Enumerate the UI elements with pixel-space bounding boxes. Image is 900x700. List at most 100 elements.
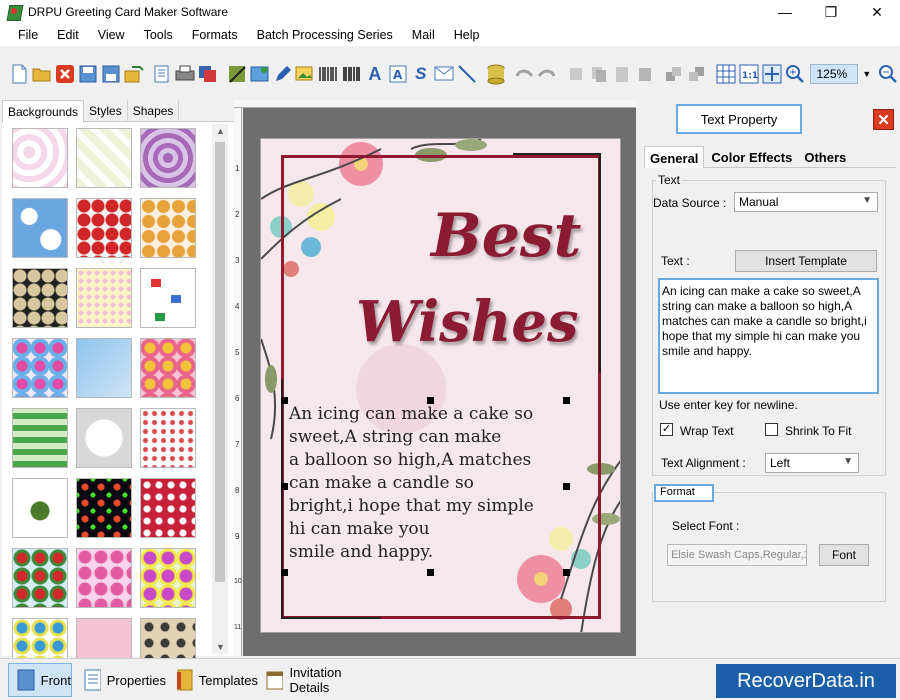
new-file-icon[interactable]: [8, 63, 30, 85]
zoom-in-icon[interactable]: [784, 63, 806, 85]
menu-batch-processing[interactable]: Batch Processing Series: [257, 28, 393, 42]
barcode2-tool-icon[interactable]: [341, 63, 363, 85]
wrap-text-checkbox[interactable]: ✓: [660, 423, 673, 436]
tab-others[interactable]: Others: [799, 146, 851, 168]
menu-help[interactable]: Help: [454, 28, 480, 42]
background-thumbnail[interactable]: [76, 408, 132, 468]
bring-front-icon[interactable]: [663, 63, 685, 85]
menu-tools[interactable]: Tools: [144, 28, 173, 42]
menu-formats[interactable]: Formats: [192, 28, 238, 42]
background-thumbnail[interactable]: [12, 548, 68, 608]
resize-handle[interactable]: [427, 569, 434, 576]
fit-window-icon[interactable]: [761, 63, 783, 85]
background-thumbnail[interactable]: [140, 338, 196, 398]
image-tool-icon[interactable]: [249, 63, 271, 85]
scroll-up-icon[interactable]: ▲: [216, 126, 225, 136]
background-thumbnail[interactable]: [76, 198, 132, 258]
barcode-tool-icon[interactable]: [318, 63, 340, 85]
menu-mail[interactable]: Mail: [412, 28, 435, 42]
resize-handle[interactable]: [563, 483, 570, 490]
background-thumbnail[interactable]: [140, 548, 196, 608]
undo-icon[interactable]: [513, 63, 535, 85]
font-button[interactable]: Font: [819, 544, 869, 566]
styled-text-icon[interactable]: S: [410, 63, 432, 85]
word-art-icon[interactable]: A: [387, 63, 409, 85]
tab-front[interactable]: Front: [8, 663, 72, 697]
tab-templates[interactable]: Templates: [168, 663, 258, 697]
page-setup-icon[interactable]: [152, 63, 174, 85]
menu-file[interactable]: File: [18, 28, 38, 42]
background-thumbnail[interactable]: [76, 268, 132, 328]
menu-edit[interactable]: Edit: [57, 28, 79, 42]
greeting-card[interactable]: Best Wishes An icing can make a cake so …: [260, 138, 621, 633]
tab-color-effects[interactable]: Color Effects: [706, 146, 797, 168]
background-thumbnail[interactable]: [12, 478, 68, 538]
background-thumbnail[interactable]: [76, 338, 132, 398]
scroll-down-icon[interactable]: ▼: [216, 642, 225, 652]
cut-icon[interactable]: [565, 63, 587, 85]
zoom-select[interactable]: 125%: [810, 64, 859, 84]
background-thumbnail[interactable]: [140, 198, 196, 258]
save-as-icon[interactable]: [100, 63, 122, 85]
background-thumbnail[interactable]: [12, 198, 68, 258]
export-icon[interactable]: [123, 63, 145, 85]
insert-template-button[interactable]: Insert Template: [735, 250, 877, 272]
database-icon[interactable]: [485, 63, 507, 85]
text-alignment-select[interactable]: Left ▼: [765, 453, 859, 473]
background-thumbnail[interactable]: [12, 268, 68, 328]
redo-icon[interactable]: [536, 63, 558, 85]
resize-handle[interactable]: [563, 397, 570, 404]
text-input[interactable]: An icing can make a cake so sweet,A stri…: [658, 278, 879, 394]
resize-handle[interactable]: [427, 397, 434, 404]
email-icon[interactable]: [433, 63, 455, 85]
maximize-button[interactable]: ❐: [808, 0, 854, 24]
background-thumbnail[interactable]: [140, 408, 196, 468]
background-thumbnail[interactable]: [12, 128, 68, 188]
background-thumbnail[interactable]: [76, 128, 132, 188]
line-tool-icon[interactable]: [226, 63, 248, 85]
card-heading-wishes[interactable]: Wishes: [356, 289, 579, 355]
background-thumbnail[interactable]: [76, 478, 132, 538]
send-back-icon[interactable]: [686, 63, 708, 85]
close-window-button[interactable]: ✕: [854, 0, 900, 24]
picture-tool-icon[interactable]: [295, 63, 317, 85]
close-document-icon[interactable]: [54, 63, 76, 85]
open-folder-icon[interactable]: [31, 63, 53, 85]
background-thumbnail[interactable]: [140, 268, 196, 328]
resize-handle[interactable]: [281, 483, 288, 490]
grid-icon[interactable]: [715, 63, 737, 85]
pencil-tool-icon[interactable]: [272, 63, 294, 85]
close-panel-icon[interactable]: ✕: [873, 109, 894, 130]
draw-line-icon[interactable]: [456, 63, 478, 85]
copy-design-icon[interactable]: [197, 63, 219, 85]
tab-properties[interactable]: Properties: [76, 663, 166, 697]
print-icon[interactable]: [174, 63, 196, 85]
background-thumbnail[interactable]: [12, 408, 68, 468]
tab-shapes[interactable]: Shapes: [128, 100, 180, 122]
background-thumbnail[interactable]: [140, 128, 196, 188]
delete-icon[interactable]: [634, 63, 656, 85]
minimize-button[interactable]: —: [762, 0, 808, 24]
card-heading-best[interactable]: Best: [431, 201, 581, 271]
text-tool-icon[interactable]: A: [364, 63, 386, 85]
paste-icon[interactable]: [611, 63, 633, 85]
zoom-out-icon[interactable]: [877, 63, 899, 85]
background-thumbnail[interactable]: [76, 548, 132, 608]
tab-backgrounds[interactable]: Backgrounds: [2, 100, 85, 123]
scrollbar-thumb[interactable]: [215, 142, 225, 582]
actual-size-icon[interactable]: 1:1: [738, 63, 760, 85]
shrink-to-fit-checkbox[interactable]: [765, 423, 778, 436]
resize-handle[interactable]: [281, 397, 288, 404]
data-source-select[interactable]: Manual ▼: [734, 192, 878, 212]
menu-view[interactable]: View: [98, 28, 125, 42]
resize-handle[interactable]: [281, 569, 288, 576]
card-message-text[interactable]: An icing can make a cake so sweet,A stri…: [289, 403, 569, 564]
copy-icon[interactable]: [588, 63, 610, 85]
background-thumbnail[interactable]: [12, 338, 68, 398]
tab-general[interactable]: General: [644, 146, 705, 168]
thumbnails-scrollbar[interactable]: ▲ ▼: [212, 124, 228, 654]
chevron-down-icon[interactable]: ▼: [862, 69, 871, 79]
resize-handle[interactable]: [563, 569, 570, 576]
background-thumbnail[interactable]: [140, 478, 196, 538]
tab-invitation-details[interactable]: Invitation Details: [258, 663, 382, 697]
